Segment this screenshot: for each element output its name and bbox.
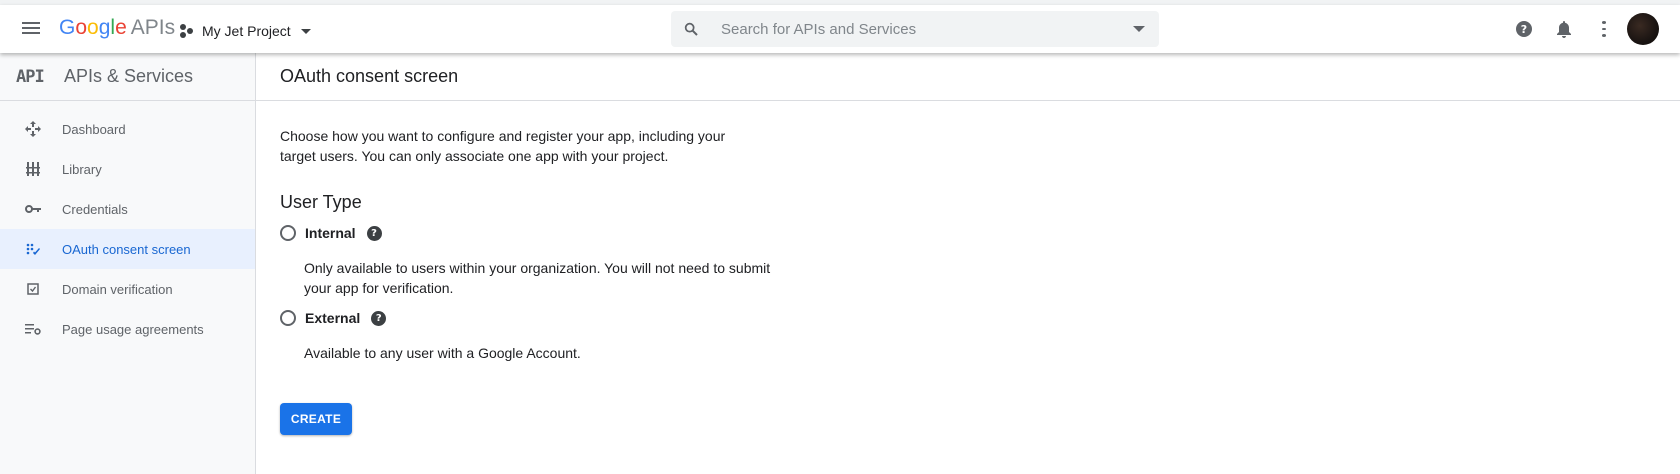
external-label[interactable]: External <box>305 310 360 326</box>
project-selector[interactable]: My Jet Project <box>180 19 311 43</box>
main-menu-icon[interactable] <box>20 19 42 39</box>
sidebar-item-credentials[interactable]: Credentials <box>0 189 255 229</box>
sidebar-item-label: Library <box>62 161 102 177</box>
page-title: OAuth consent screen <box>280 66 459 86</box>
external-radio[interactable] <box>280 310 296 326</box>
sidebar-item-label: Dashboard <box>62 121 126 137</box>
sidebar-nav: Dashboard Library Credentials OAuth cons… <box>0 101 255 349</box>
internal-radio[interactable] <box>280 225 296 241</box>
sidebar: API APIs & Services Dashboard Library Cr… <box>0 53 256 474</box>
project-icon <box>180 23 196 39</box>
search-input[interactable] <box>721 20 1121 38</box>
consent-icon <box>21 243 45 255</box>
checkbox-icon <box>21 283 45 295</box>
create-button[interactable]: CREATE <box>280 403 352 435</box>
main-content: OAuth consent screen Choose how you want… <box>256 53 1680 474</box>
page-description: Choose how you want to configure and reg… <box>280 128 726 164</box>
sidebar-item-label: Page usage agreements <box>62 321 204 337</box>
api-logo-icon: API <box>16 66 45 87</box>
sidebar-item-dashboard[interactable]: Dashboard <box>0 109 255 149</box>
internal-help-icon[interactable]: ? <box>366 225 382 241</box>
chevron-down-icon <box>300 28 311 34</box>
avatar[interactable] <box>1627 13 1659 45</box>
consent-form: Choose how you want to configure and reg… <box>256 126 1680 435</box>
search-icon <box>671 21 711 37</box>
sidebar-item-library[interactable]: Library <box>0 149 255 189</box>
sidebar-item-label: OAuth consent screen <box>62 241 191 257</box>
sidebar-item-oauth-consent-screen[interactable]: OAuth consent screen <box>0 229 255 269</box>
dashboard-icon <box>21 121 45 137</box>
sidebar-item-domain-verification[interactable]: Domain verification <box>0 269 255 309</box>
external-help-icon[interactable]: ? <box>371 310 387 326</box>
google-apis-logo[interactable]: Google APIs <box>59 16 175 40</box>
settings-list-icon <box>21 323 45 335</box>
notifications-icon[interactable] <box>1554 19 1574 39</box>
user-type-heading: User Type <box>280 192 362 212</box>
help-icon[interactable]: ? <box>1514 19 1534 39</box>
user-type-option-internal: Internal ? Only available to users withi… <box>280 221 1680 298</box>
logo-apis-text: APIs <box>130 16 176 39</box>
key-icon <box>21 204 45 214</box>
sidebar-title: APIs & Services <box>64 66 194 86</box>
sidebar-item-label: Domain verification <box>62 281 173 297</box>
project-name: My Jet Project <box>202 23 291 39</box>
sidebar-header: API APIs & Services <box>0 53 255 101</box>
internal-label[interactable]: Internal <box>305 225 356 241</box>
search-bar[interactable] <box>671 11 1159 47</box>
page-title-bar: OAuth consent screen <box>256 53 1680 101</box>
sidebar-item-page-usage-agreements[interactable]: Page usage agreements <box>0 309 255 349</box>
user-type-option-external: External ? Available to any user with a … <box>280 306 1680 363</box>
library-icon <box>21 162 45 176</box>
internal-description: Only available to users within your orga… <box>304 260 771 296</box>
app-header: GoogleAPIs My Jet Project ? <box>0 5 1680 53</box>
search-dropdown-icon[interactable] <box>1133 26 1145 32</box>
external-description: Available to any user with a Google Acco… <box>304 345 581 361</box>
more-options-icon[interactable] <box>1594 19 1614 39</box>
sidebar-item-label: Credentials <box>62 201 128 217</box>
